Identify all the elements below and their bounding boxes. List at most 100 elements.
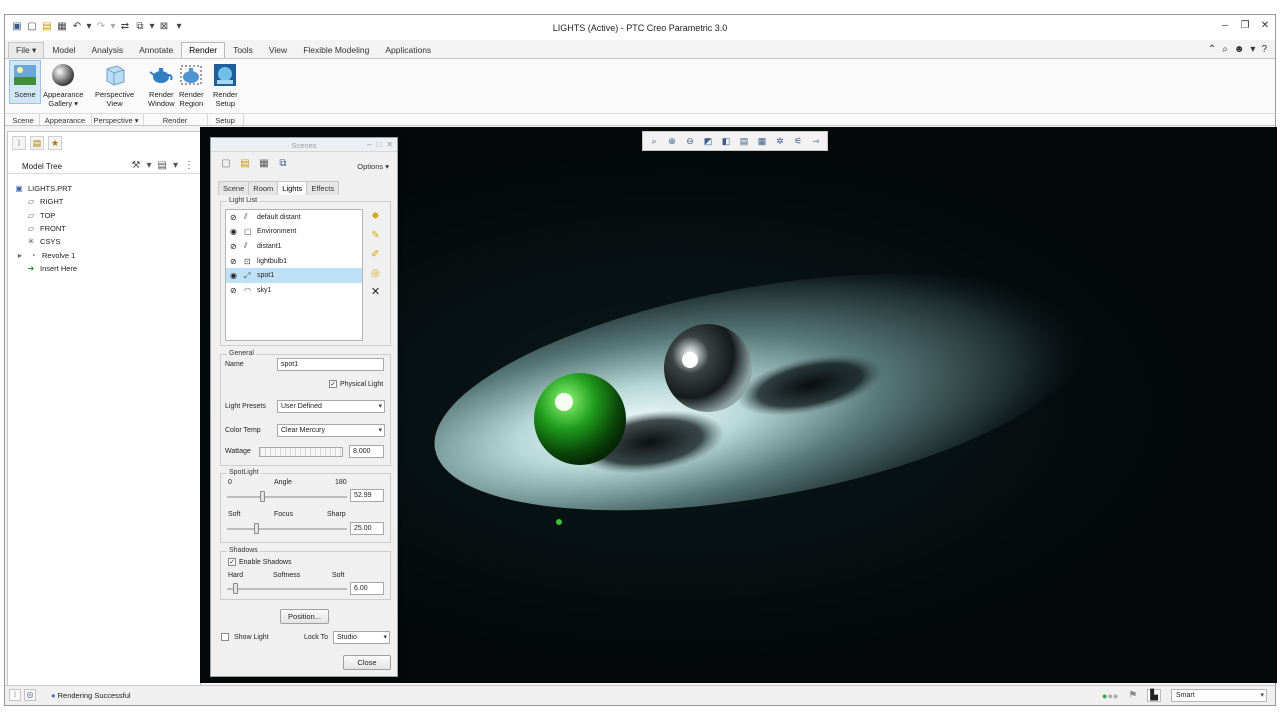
browser-toggle-icon[interactable]: ◎	[24, 689, 36, 701]
lock-to-select[interactable]: Studio	[333, 631, 390, 644]
show-icon[interactable]: ▤	[158, 160, 167, 171]
maximize-icon[interactable]: ❐	[1239, 20, 1251, 31]
favorites-tab-icon[interactable]: ★	[48, 136, 62, 150]
show-light-checkbox[interactable]	[221, 633, 229, 641]
light-presets-select[interactable]: User Defined	[277, 400, 385, 413]
dialog-minimize-icon[interactable]: –	[367, 140, 371, 149]
physical-light-checkbox[interactable]: ✓	[329, 380, 337, 388]
add-sky-light-icon[interactable]: ◎	[369, 267, 382, 280]
settings-dropdown-icon[interactable]: ▾	[146, 160, 151, 171]
tree-node-top[interactable]: ▱ TOP	[14, 209, 77, 222]
view-manager-icon[interactable]: ▦	[754, 134, 770, 148]
tree-node-part[interactable]: ▣ LIGHTS.PRT	[14, 182, 77, 195]
tab-effects[interactable]: Effects	[306, 181, 340, 195]
expand-arrow-icon[interactable]: ▸	[16, 251, 24, 260]
tab-view[interactable]: View	[261, 42, 295, 58]
flag-icon[interactable]: ⚑	[1128, 690, 1137, 701]
tab-model[interactable]: Model	[44, 42, 83, 58]
softness-slider-thumb[interactable]	[233, 583, 238, 594]
render-window-button[interactable]: Render Window	[148, 63, 175, 108]
position-button[interactable]: Position...	[280, 609, 329, 624]
tree-node-right[interactable]: ▱ RIGHT	[14, 195, 77, 208]
delete-light-icon[interactable]: ✕	[369, 286, 382, 299]
tab-flexible-modeling[interactable]: Flexible Modeling	[295, 42, 377, 58]
close-button[interactable]: Close	[343, 655, 391, 670]
tab-room[interactable]: Room	[248, 181, 279, 195]
minimize-icon[interactable]: –	[1219, 20, 1231, 31]
save-copy-icon[interactable]: ⧉	[276, 158, 290, 172]
hidden-eye-icon[interactable]: ⊘	[230, 286, 241, 295]
add-spot-light-icon[interactable]: ✐	[369, 248, 382, 261]
list-item[interactable]: ⊘ ⫽ default distant	[226, 210, 362, 225]
display-style-icon[interactable]: ◧	[718, 134, 734, 148]
list-item[interactable]: ⊘ ◠ sky1	[226, 283, 362, 298]
perspective-view-button[interactable]: Perspective View	[95, 63, 134, 108]
navigator-toggle-icon[interactable]: ⁝	[9, 689, 21, 701]
tab-file[interactable]: File ▾	[8, 42, 45, 58]
scene-button[interactable]: Scene	[9, 60, 41, 104]
focus-input[interactable]: 25.00	[350, 522, 384, 535]
list-item[interactable]: ⊘ ⊡ lightbulb1	[226, 254, 362, 269]
repaint-icon[interactable]: ◩	[700, 134, 716, 148]
visible-eye-icon[interactable]: ◉	[230, 227, 241, 236]
softness-input[interactable]: 6.00	[350, 582, 384, 595]
tree-node-revolve[interactable]: ▸ ◔ Revolve 1	[14, 248, 77, 261]
refit-icon[interactable]: ⌕	[646, 134, 662, 148]
add-lightbulb-icon[interactable]: ✹	[369, 210, 382, 223]
open-scene-icon[interactable]: ▤	[238, 158, 252, 172]
enable-shadows-checkbox[interactable]: ✓	[228, 558, 236, 566]
wattage-input[interactable]: 8.000	[349, 445, 384, 458]
tree-node-csys[interactable]: ✳ CSYS	[14, 235, 77, 248]
collapse-ribbon-icon[interactable]: ⌃	[1208, 44, 1216, 55]
annotation-display-icon[interactable]: ⚟	[790, 134, 806, 148]
save-scene-icon[interactable]: ▦	[257, 158, 271, 172]
angle-input[interactable]: 52.99	[350, 489, 384, 502]
color-temp-select[interactable]: Clear Mercury	[277, 424, 385, 437]
group-perspective[interactable]: Perspective ▾	[91, 116, 141, 125]
saved-orientations-icon[interactable]: ▤	[736, 134, 752, 148]
render-setup-button[interactable]: Render Setup	[213, 63, 238, 108]
tab-lights[interactable]: Lights	[277, 181, 308, 195]
tab-tools[interactable]: Tools	[225, 42, 261, 58]
new-scene-icon[interactable]: ▢	[219, 158, 233, 172]
dialog-close-icon[interactable]: ✕	[386, 140, 393, 149]
hidden-eye-icon[interactable]: ⊘	[230, 257, 241, 266]
tree-node-front[interactable]: ▱ FRONT	[14, 222, 77, 235]
tab-applications[interactable]: Applications	[377, 42, 439, 58]
folder-browser-tab-icon[interactable]: ▤	[30, 136, 44, 150]
community-dropdown-icon[interactable]: ▾	[1250, 44, 1255, 55]
selection-filter[interactable]: Smart	[1171, 689, 1267, 702]
find-icon[interactable]: ▙	[1147, 689, 1161, 702]
list-item[interactable]: ◉ ▢ Environment	[226, 225, 362, 240]
add-distant-light-icon[interactable]: ✎	[369, 229, 382, 242]
settings-icon[interactable]: ⚒	[132, 160, 141, 171]
more-icon[interactable]: ⋮	[184, 160, 194, 171]
tab-annotate[interactable]: Annotate	[131, 42, 181, 58]
tree-node-insert-here[interactable]: ➜ Insert Here	[14, 262, 77, 275]
search-icon[interactable]: ⌕	[1222, 44, 1228, 55]
hidden-eye-icon[interactable]: ⊘	[230, 242, 241, 251]
datum-display-icon[interactable]: ✲	[772, 134, 788, 148]
tab-scene[interactable]: Scene	[218, 181, 250, 195]
name-input[interactable]: spot1	[277, 358, 384, 371]
list-item-selected[interactable]: ◉ ⤢ spot1	[226, 268, 362, 283]
focus-slider-thumb[interactable]	[254, 523, 259, 534]
show-dropdown-icon[interactable]: ▾	[173, 160, 178, 171]
focus-slider[interactable]	[227, 523, 347, 534]
model-tree-tab-icon[interactable]: ⁝	[12, 136, 26, 150]
tab-analysis[interactable]: Analysis	[83, 42, 131, 58]
zoom-in-icon[interactable]: ⊕	[664, 134, 680, 148]
zoom-out-icon[interactable]: ⊖	[682, 134, 698, 148]
wattage-slider[interactable]	[259, 447, 343, 457]
help-icon[interactable]: ?	[1261, 44, 1267, 55]
softness-slider[interactable]	[227, 583, 347, 594]
spin-center-icon[interactable]: ⇾	[808, 134, 824, 148]
close-icon[interactable]: ✕	[1259, 20, 1271, 31]
appearance-gallery-button[interactable]: Appearance Gallery ▾	[43, 63, 83, 108]
angle-slider-thumb[interactable]	[260, 491, 265, 502]
community-icon[interactable]: ☻	[1234, 44, 1245, 55]
tab-render[interactable]: Render	[181, 42, 226, 58]
visible-eye-icon[interactable]: ◉	[230, 271, 241, 280]
list-item[interactable]: ⊘ ⫽ distant1	[226, 239, 362, 254]
angle-slider[interactable]	[227, 491, 347, 502]
